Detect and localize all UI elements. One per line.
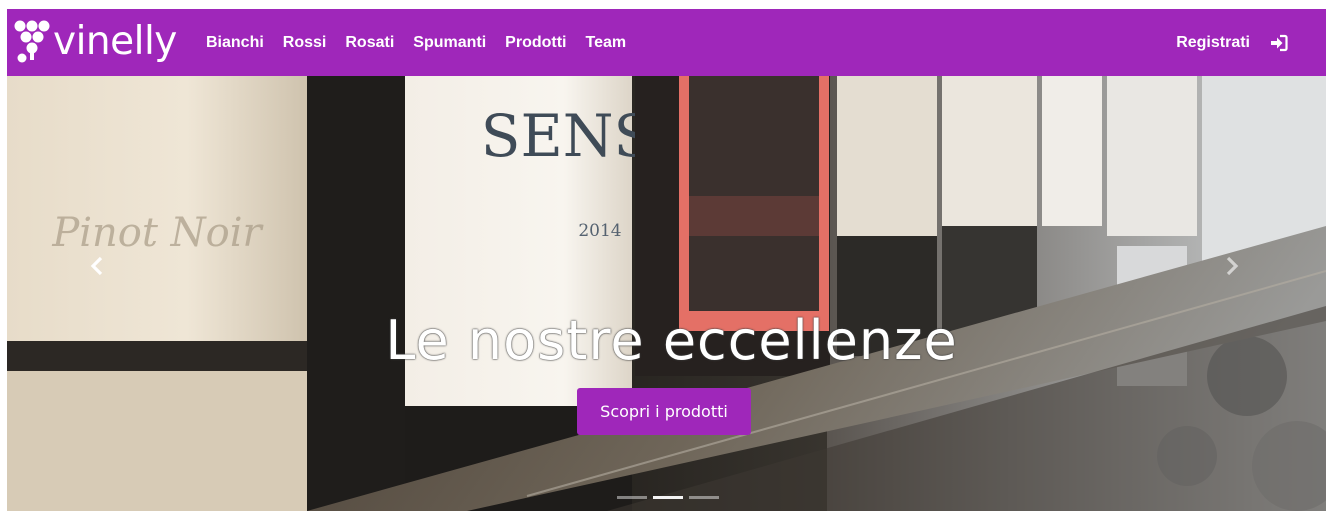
- nav-link-rossi[interactable]: Rossi: [283, 34, 327, 51]
- chevron-right-icon: [1226, 256, 1239, 276]
- page-frame: vinelly Bianchi Rossi Rosati Spumanti Pr…: [7, 9, 1326, 511]
- bottle-label-brand: SENS: [481, 102, 654, 170]
- navbar: vinelly Bianchi Rossi Rosati Spumanti Pr…: [7, 9, 1326, 76]
- carousel-indicators: [617, 496, 719, 499]
- caption-title: Le nostre eccellenze: [385, 309, 958, 372]
- nav-right: Registrati: [1176, 9, 1288, 76]
- carousel-prev-control[interactable]: [77, 246, 117, 286]
- main-nav: Bianchi Rossi Rosati Spumanti Prodotti T…: [206, 9, 645, 76]
- brand-logo[interactable]: vinelly: [13, 15, 177, 67]
- discover-products-button[interactable]: Scopri i prodotti: [577, 388, 751, 435]
- nav-link-prodotti[interactable]: Prodotti: [505, 34, 566, 51]
- sign-in-icon[interactable]: [1270, 34, 1288, 52]
- hero-wine-bottles-image: Pinot Noir SENS 2014: [7, 76, 1326, 511]
- nav-link-team[interactable]: Team: [586, 34, 627, 51]
- carousel-caption: Le nostre eccellenze: [7, 314, 1326, 368]
- chevron-left-icon: [90, 256, 103, 276]
- nav-link-rosati[interactable]: Rosati: [345, 34, 394, 51]
- carousel-indicator-1[interactable]: [617, 496, 647, 499]
- nav-link-bianchi[interactable]: Bianchi: [206, 34, 264, 51]
- hero-carousel: Pinot Noir SENS 2014 Le nostre eccellenz…: [7, 76, 1326, 511]
- carousel-indicator-2[interactable]: [653, 496, 683, 499]
- grapes-icon: [14, 20, 50, 63]
- carousel-next-control[interactable]: [1212, 246, 1252, 286]
- carousel-indicator-3[interactable]: [689, 496, 719, 499]
- brand-name: vinelly: [53, 18, 177, 64]
- bottle-label-year: 2014: [578, 221, 621, 241]
- register-link[interactable]: Registrati: [1176, 34, 1250, 52]
- nav-link-spumanti[interactable]: Spumanti: [413, 34, 486, 51]
